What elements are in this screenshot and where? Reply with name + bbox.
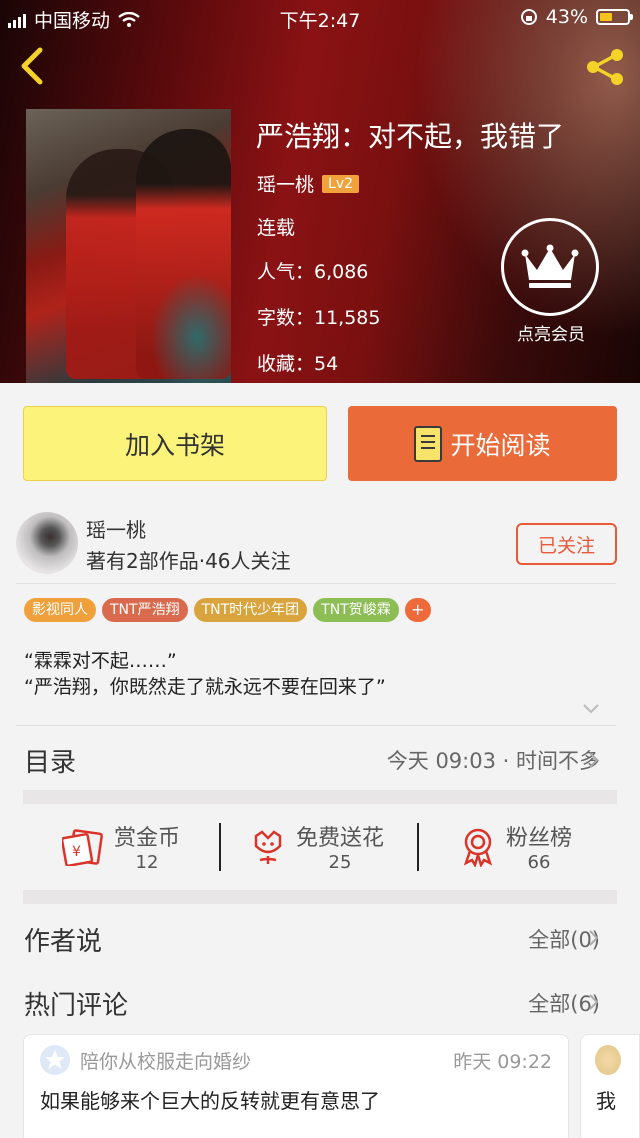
author-stats: 著有2部作品·46人关注 [86,549,291,573]
author-level-badge: Lv2 [322,174,360,193]
comment-card[interactable]: 陪你从校服走向婚纱 昨天 09:22 如果能够来个巨大的反转就更有意思了 [23,1034,569,1138]
author-says-chevron-right-icon[interactable] [588,929,600,947]
author-avatar[interactable] [16,512,78,574]
rotation-lock-icon [520,9,537,25]
hot-comments-label[interactable]: 热门评论 [24,985,128,1022]
send-flowers-label: 免费送花 [296,826,385,851]
add-to-shelf-label: 加入书架 [124,430,225,460]
serial-status: 连载 [257,217,296,239]
vip-button[interactable]: 点亮会员 [501,218,601,348]
share-icon[interactable] [584,46,626,88]
start-reading-button[interactable]: 开始阅读 [348,406,617,481]
catalog-update[interactable]: 今天 09:03 · 时间不多 [387,745,600,775]
reward-coins-label: 赏金币 [114,826,181,851]
tag-item[interactable]: TNT严浩翔 [102,598,188,622]
catalog-chevron-right-icon[interactable] [588,751,600,769]
commenter-name[interactable]: 陪你从校服走向婚纱 [80,1047,251,1074]
svg-text:¥: ¥ [72,844,81,860]
reward-coins-value: 12 [135,852,159,873]
divider [417,823,419,871]
reward-coins-stat[interactable]: ¥ 赏金币 12 [62,820,180,873]
popularity-stat: 人气：6,086 [257,261,369,283]
tag-list: 影视同人 TNT严浩翔 TNT时代少年团 TNT贺峻霖 + [24,598,431,622]
fan-ranking-label: 粉丝榜 [506,826,573,851]
divider [16,583,616,584]
send-flowers-value: 25 [328,852,352,873]
start-reading-label: 开始阅读 [450,430,551,460]
divider [16,725,616,726]
status-bar: 中国移动 下午2:47 43% [0,0,640,34]
comment-time: 昨天 09:22 [453,1051,552,1073]
book-cover-image[interactable] [26,109,231,383]
tag-item[interactable]: TNT贺峻霖 [313,598,399,622]
intro-line: “霖霖对不起……” [24,650,177,672]
author-says-label[interactable]: 作者说 [24,921,102,958]
battery-percent: 43% [545,6,588,28]
author-name[interactable]: 瑶一桃 [86,514,146,543]
follow-label: 已关注 [537,534,595,557]
add-to-shelf-button[interactable]: 加入书架 [23,406,327,481]
favorites-stat: 收藏：54 [257,353,339,375]
crown-icon [521,244,579,288]
expand-chevron-down-icon[interactable] [582,702,600,716]
divider [219,823,221,871]
send-flowers-stat[interactable]: 免费送花 25 [250,820,384,873]
word-count-stat: 字数：11,585 [257,307,381,329]
hot-comments-chevron-right-icon[interactable] [588,993,600,1011]
book-author-row[interactable]: 瑶一桃 Lv2 [257,170,360,197]
book-title: 严浩翔：对不起，我错了 [256,120,565,153]
book-icon [414,425,443,462]
intro-line: “严浩翔，你既然走了就永远不要在回来了” [24,676,386,698]
flower-icon [254,829,282,864]
commenter-avatar[interactable] [40,1045,70,1075]
tag-item[interactable]: 影视同人 [24,598,96,622]
fan-ranking-stat[interactable]: 粉丝榜 66 [460,820,572,873]
back-chevron-icon[interactable] [14,44,54,88]
book-author[interactable]: 瑶一桃 [257,170,314,197]
commenter-avatar[interactable] [595,1045,621,1075]
vip-label: 点亮会员 [517,325,585,345]
comment-card[interactable]: 我 [580,1034,640,1138]
battery-icon [596,9,633,25]
catalog-label[interactable]: 目录 [24,742,76,779]
section-separator [23,890,617,904]
fan-ranking-value: 66 [527,852,551,873]
follow-button[interactable]: 已关注 [516,523,617,565]
comment-text: 我 [596,1089,616,1113]
tag-item[interactable]: TNT时代少年团 [193,598,308,622]
section-separator [23,790,617,804]
award-ribbon-icon [463,828,493,867]
comment-text: 如果能够来个巨大的反转就更有意思了 [40,1089,380,1113]
red-envelope-icon: ¥ [62,828,103,866]
star-icon [45,1050,65,1069]
add-tag-button[interactable]: + [404,598,431,622]
